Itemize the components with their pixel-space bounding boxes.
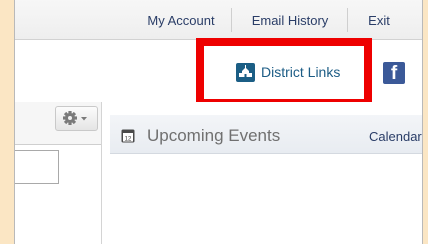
calendar-icon-number: 12 xyxy=(125,136,132,142)
email-history-link[interactable]: Email History xyxy=(237,0,343,39)
gear-icon xyxy=(63,111,77,125)
upcoming-events-panel: 12 Upcoming Events Calendar xyxy=(110,102,422,244)
calendar-link[interactable]: Calendar xyxy=(369,129,422,145)
top-navigation-bar: My Account Email History Exit xyxy=(15,0,422,40)
my-account-link[interactable]: My Account xyxy=(135,0,227,39)
calendar-icon: 12 xyxy=(121,129,135,143)
exit-link[interactable]: Exit xyxy=(357,0,401,39)
district-links-link[interactable]: District Links xyxy=(261,62,340,82)
page-panel: My Account Email History Exit District L… xyxy=(14,0,423,244)
settings-dropdown-button[interactable] xyxy=(55,106,98,131)
district-links-highlight[interactable]: District Links xyxy=(196,38,372,107)
left-sidebar xyxy=(15,102,102,244)
nav-divider xyxy=(347,8,348,32)
nav-divider xyxy=(231,8,232,32)
sidebar-input-field[interactable] xyxy=(15,150,59,184)
school-building-icon xyxy=(236,63,255,82)
caret-down-icon xyxy=(81,117,87,121)
upcoming-events-title: Upcoming Events xyxy=(147,126,281,145)
facebook-icon[interactable]: f xyxy=(383,62,405,84)
